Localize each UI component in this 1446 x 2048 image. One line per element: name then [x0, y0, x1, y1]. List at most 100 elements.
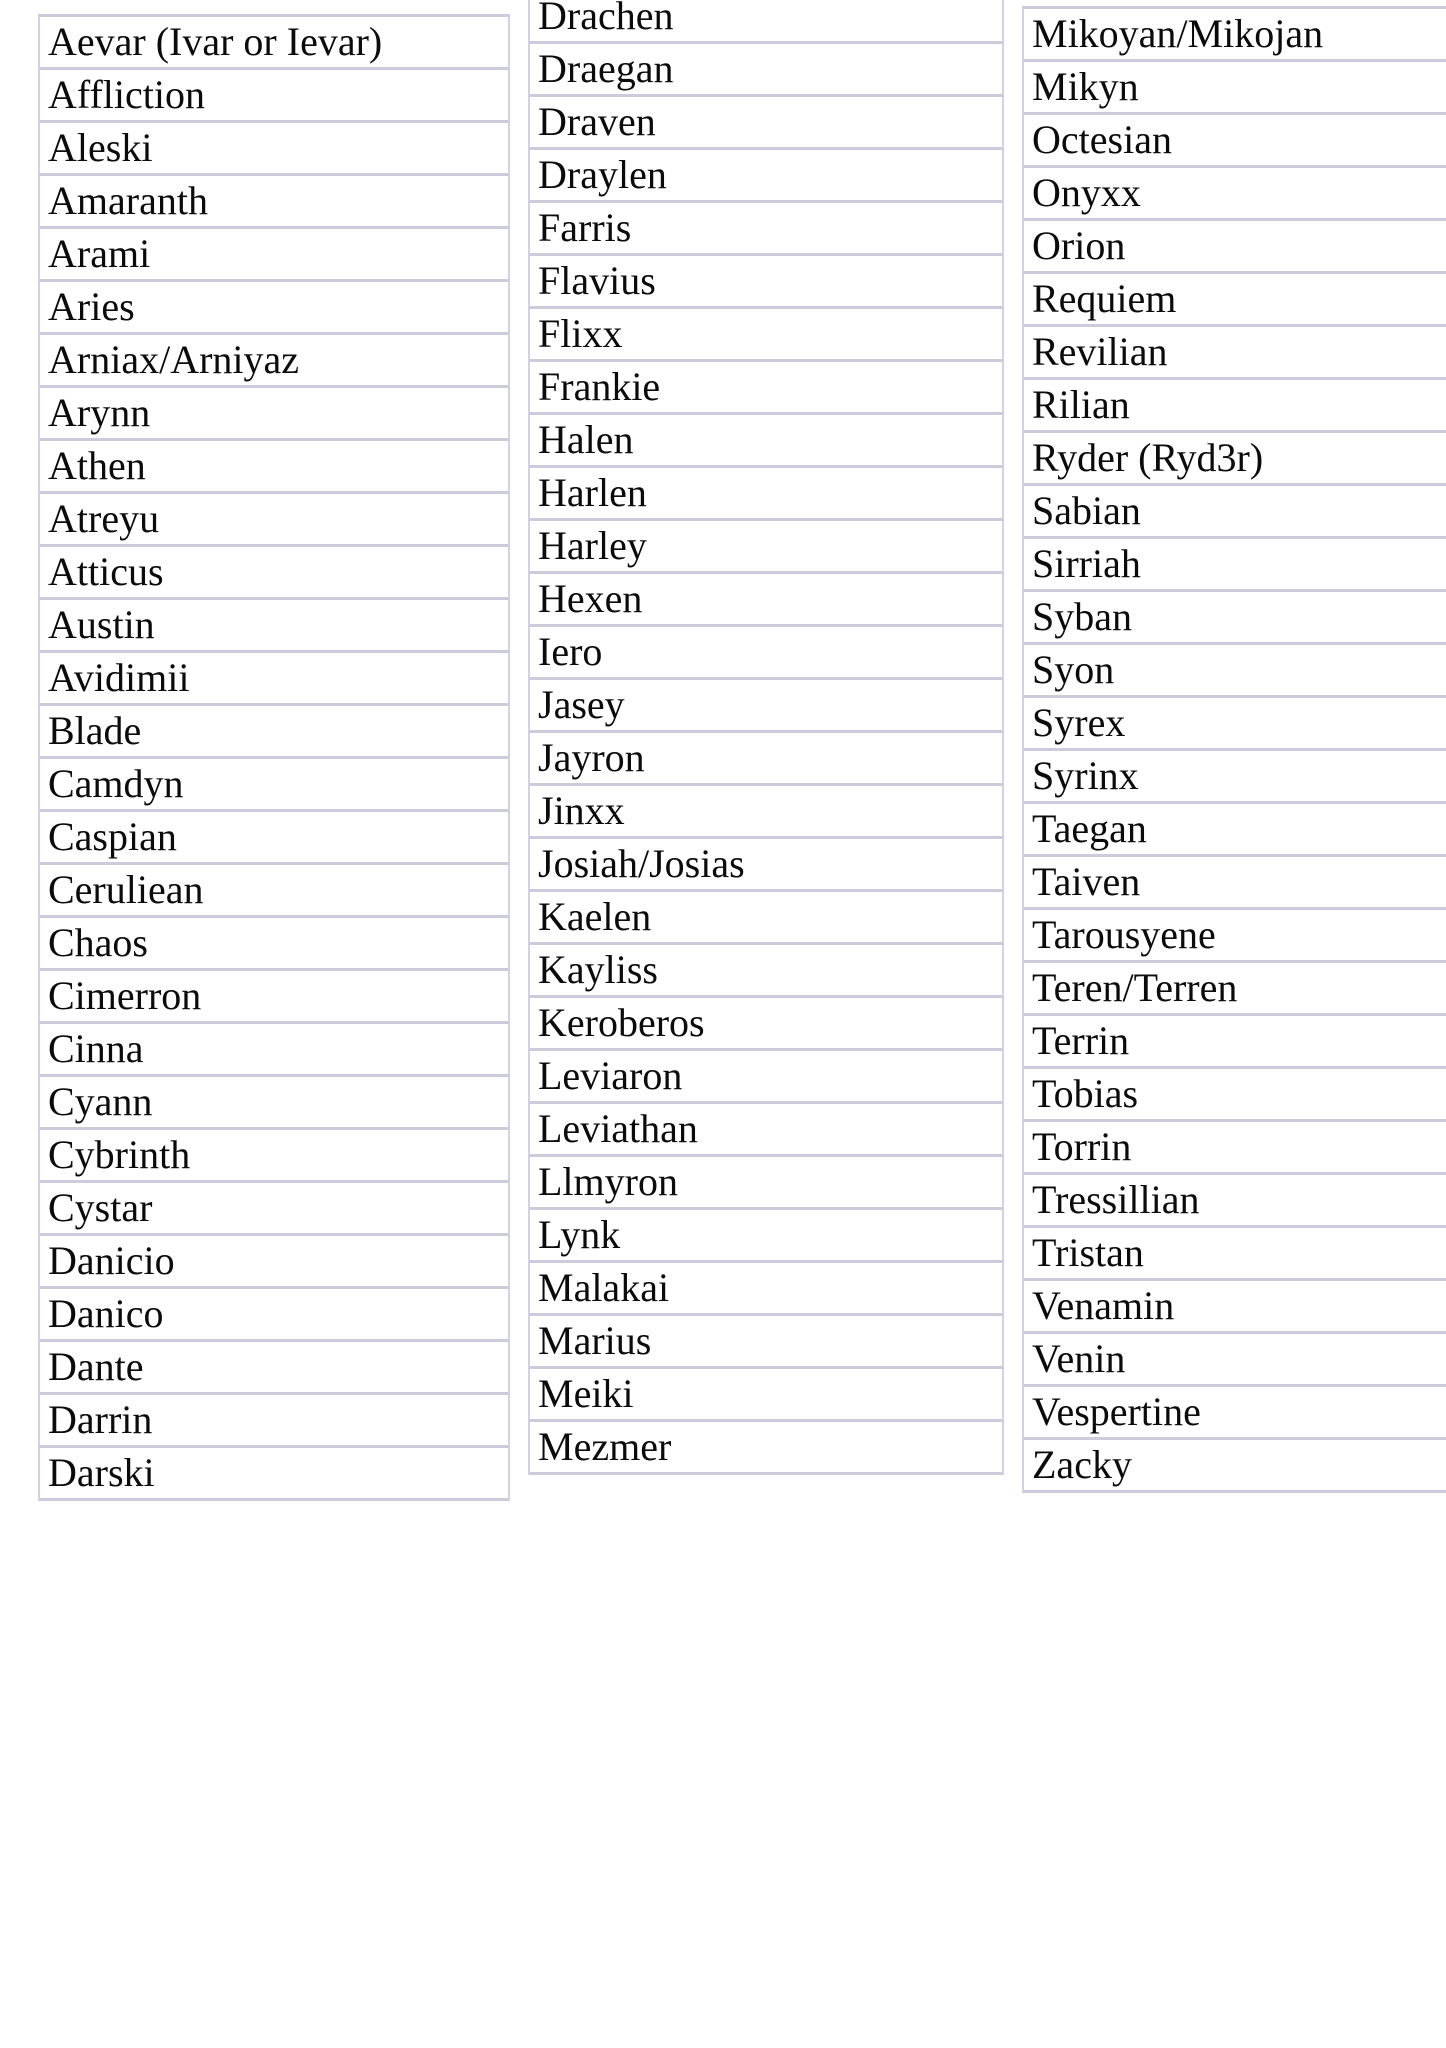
table-row: Darski: [38, 1448, 510, 1501]
name-cell: Caspian: [38, 812, 510, 865]
table-row: Atticus: [38, 547, 510, 600]
table-row: Arynn: [38, 388, 510, 441]
name-cell: Danicio: [38, 1236, 510, 1289]
name-cell: Harley: [528, 521, 1004, 574]
name-cell: Sabian: [1022, 486, 1446, 539]
name-cell: Rilian: [1022, 380, 1446, 433]
table-row: Rilian: [1022, 380, 1446, 433]
name-cell: Halen: [528, 415, 1004, 468]
table-row: Syban: [1022, 592, 1446, 645]
table-row: Austin: [38, 600, 510, 653]
table-row: Iero: [528, 627, 1004, 680]
names-table-2: Drachen Draegan Draven Draylen Farris Flavius…: [528, 0, 1004, 1475]
name-cell: Syban: [1022, 592, 1446, 645]
table-row: Flavius: [528, 256, 1004, 309]
name-cell: Teren/Terren: [1022, 963, 1446, 1016]
table-row: Mikoyan/Mikojan: [1022, 6, 1446, 62]
name-cell: Vespertine: [1022, 1387, 1446, 1440]
name-cell: Danico: [38, 1289, 510, 1342]
name-cell: Orion: [1022, 221, 1446, 274]
table-row: Vespertine: [1022, 1387, 1446, 1440]
name-cell: Revilian: [1022, 327, 1446, 380]
name-cell: Atreyu: [38, 494, 510, 547]
names-table-3-body: Mikoyan/Mikojan Mikyn Octesian Onyxx Orion Re…: [1022, 6, 1446, 1493]
name-cell: Cystar: [38, 1183, 510, 1236]
table-row: Cystar: [38, 1183, 510, 1236]
table-row: Sirriah: [1022, 539, 1446, 592]
table-row: Arniax/Arniyaz: [38, 335, 510, 388]
table-row: Harley: [528, 521, 1004, 574]
name-cell: Arynn: [38, 388, 510, 441]
names-table-page: Aevar (Ivar or Ievar) Affliction Aleski Ama…: [0, 0, 1446, 2048]
table-row: Tressillian: [1022, 1175, 1446, 1228]
table-row: Revilian: [1022, 327, 1446, 380]
table-row: Josiah/Josias: [528, 839, 1004, 892]
name-cell: Terrin: [1022, 1016, 1446, 1069]
name-cell: Taiven: [1022, 857, 1446, 910]
name-cell: Venin: [1022, 1334, 1446, 1387]
names-column-1: Aevar (Ivar or Ievar) Affliction Aleski Ama…: [38, 14, 510, 1501]
name-cell: Kayliss: [528, 945, 1004, 998]
names-column-2: Drachen Draegan Draven Draylen Farris Flavius…: [528, 0, 1004, 1475]
name-cell: Draegan: [528, 44, 1004, 97]
name-cell: Llmyron: [528, 1157, 1004, 1210]
table-row: Zacky: [1022, 1440, 1446, 1493]
table-row: Danicio: [38, 1236, 510, 1289]
table-row: Kayliss: [528, 945, 1004, 998]
table-row: Darrin: [38, 1395, 510, 1448]
name-cell: Syon: [1022, 645, 1446, 698]
name-cell: Drachen: [528, 0, 1004, 44]
table-row: Hexen: [528, 574, 1004, 627]
name-cell: Meiki: [528, 1369, 1004, 1422]
table-row: Cinna: [38, 1024, 510, 1077]
name-cell: Syrex: [1022, 698, 1446, 751]
table-row: Teren/Terren: [1022, 963, 1446, 1016]
name-cell: Leviaron: [528, 1051, 1004, 1104]
name-cell: Hexen: [528, 574, 1004, 627]
name-cell: Iero: [528, 627, 1004, 680]
table-row: Drachen: [528, 0, 1004, 44]
name-cell: Marius: [528, 1316, 1004, 1369]
name-cell: Amaranth: [38, 176, 510, 229]
table-row: Malakai: [528, 1263, 1004, 1316]
table-row: Onyxx: [1022, 168, 1446, 221]
name-cell: Octesian: [1022, 115, 1446, 168]
table-row: Mikyn: [1022, 62, 1446, 115]
name-cell: Sirriah: [1022, 539, 1446, 592]
table-row: Octesian: [1022, 115, 1446, 168]
name-cell: Harlen: [528, 468, 1004, 521]
table-row: Draven: [528, 97, 1004, 150]
name-cell: Aevar (Ivar or Ievar): [38, 14, 510, 70]
table-row: Aevar (Ivar or Ievar): [38, 14, 510, 70]
table-row: Syrex: [1022, 698, 1446, 751]
name-cell: Malakai: [528, 1263, 1004, 1316]
table-row: Leviaron: [528, 1051, 1004, 1104]
table-row: Cybrinth: [38, 1130, 510, 1183]
name-cell: Onyxx: [1022, 168, 1446, 221]
table-row: Lynk: [528, 1210, 1004, 1263]
name-cell: Jasey: [528, 680, 1004, 733]
table-row: Atreyu: [38, 494, 510, 547]
table-row: Jinxx: [528, 786, 1004, 839]
table-row: Llmyron: [528, 1157, 1004, 1210]
name-cell: Tarousyene: [1022, 910, 1446, 963]
table-row: Leviathan: [528, 1104, 1004, 1157]
table-row: Orion: [1022, 221, 1446, 274]
name-cell: Zacky: [1022, 1440, 1446, 1493]
name-cell: Chaos: [38, 918, 510, 971]
name-cell: Draylen: [528, 150, 1004, 203]
name-cell: Kaelen: [528, 892, 1004, 945]
name-cell: Josiah/Josias: [528, 839, 1004, 892]
name-cell: Farris: [528, 203, 1004, 256]
table-row: Harlen: [528, 468, 1004, 521]
name-cell: Mikoyan/Mikojan: [1022, 6, 1446, 62]
table-row: Chaos: [38, 918, 510, 971]
table-row: Caspian: [38, 812, 510, 865]
table-row: Venin: [1022, 1334, 1446, 1387]
table-row: Aleski: [38, 123, 510, 176]
name-cell: Mezmer: [528, 1422, 1004, 1475]
name-cell: Flixx: [528, 309, 1004, 362]
table-row: Meiki: [528, 1369, 1004, 1422]
table-row: Jayron: [528, 733, 1004, 786]
table-row: Danico: [38, 1289, 510, 1342]
